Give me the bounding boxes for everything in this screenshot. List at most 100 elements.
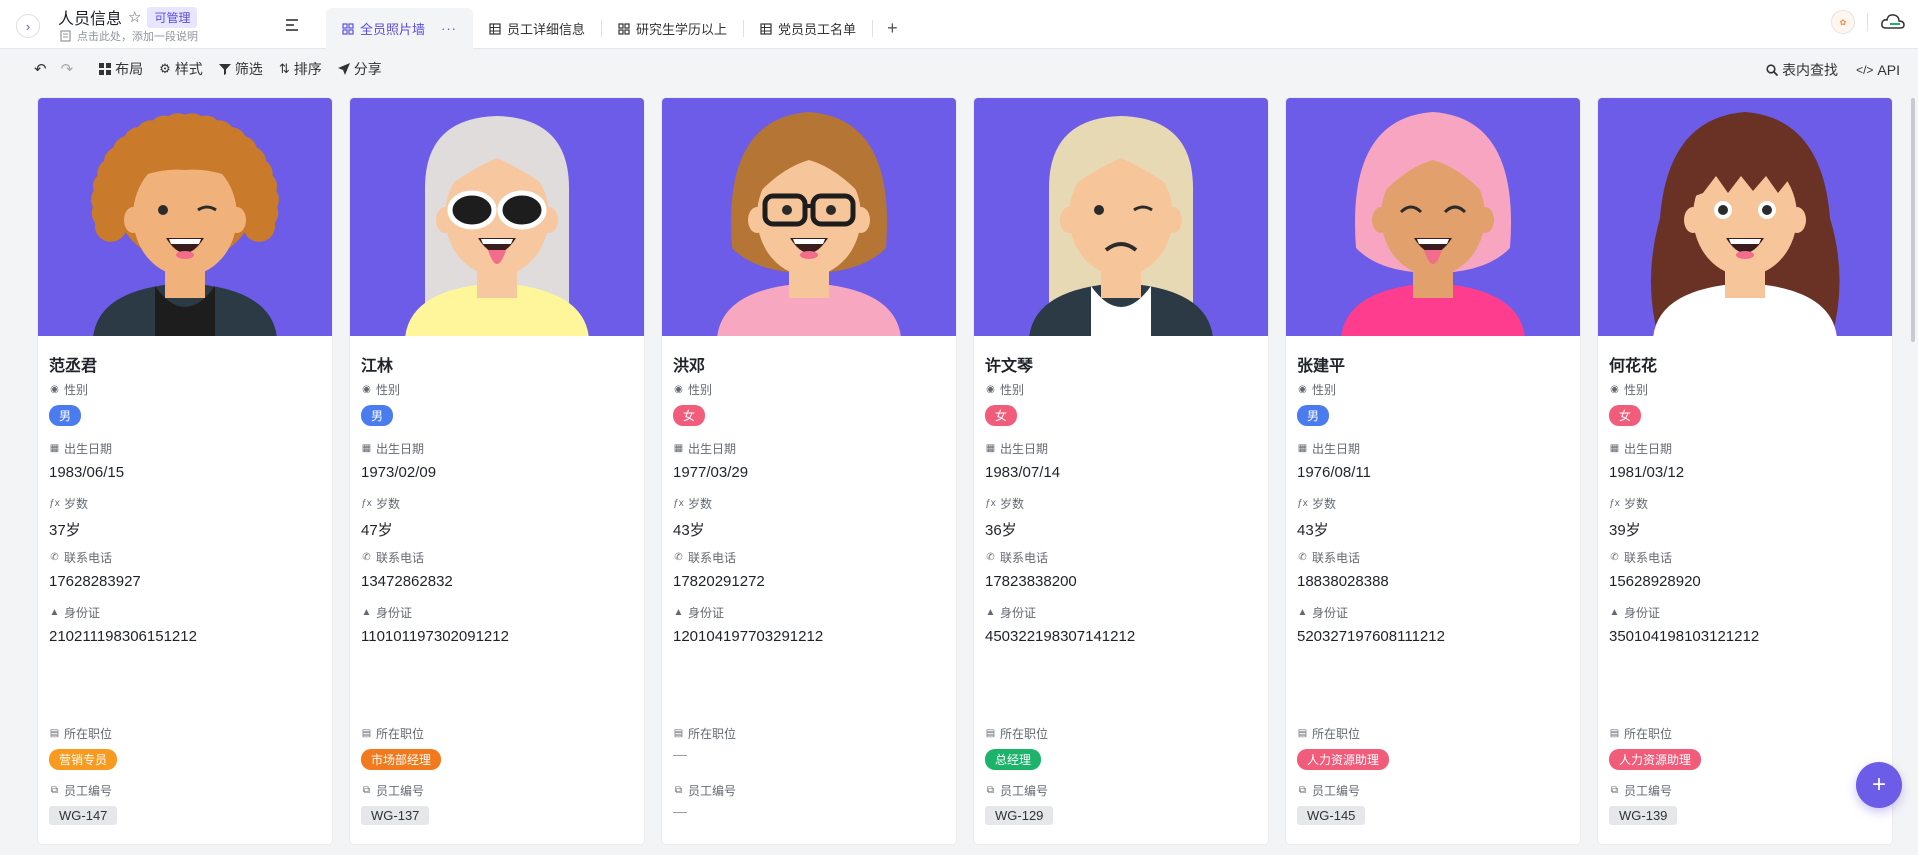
field-value-wrap: 营销专员 xyxy=(49,742,118,770)
field-value-wrap: 43岁 xyxy=(1297,519,1336,540)
redo-icon[interactable]: ↷ xyxy=(61,60,74,78)
field-label-text: 性别 xyxy=(688,383,713,397)
field-age: ƒx 岁数 47岁 xyxy=(361,495,400,540)
id-icon: ▲ xyxy=(361,607,372,618)
birth-icon: ▦ xyxy=(1297,443,1308,454)
find-label: 表内查找 xyxy=(1782,62,1839,78)
filter-button[interactable]: 筛选 xyxy=(218,59,263,79)
field-label-text: 岁数 xyxy=(688,497,713,511)
person-card[interactable]: 江林 ◉ 性别男 ▦ 出生日期 1973/02/09 ƒx 岁数 47岁 ✆ 联系电话 1347286… xyxy=(350,98,644,844)
person-card[interactable]: 洪邓 ◉ 性别女 ▦ 出生日期 1977/03/29 ƒx 岁数 43岁 ✆ 联系电话 1782029… xyxy=(662,98,956,844)
field-label: ▲ 身份证 xyxy=(1609,604,1759,621)
phone-icon: ✆ xyxy=(1298,552,1307,563)
tab-photo-wall[interactable]: 全员照片墙 ··· xyxy=(326,8,474,49)
sort-button[interactable]: ⇅ 排序 xyxy=(279,59,322,79)
position-icon: ▤ xyxy=(985,728,996,739)
field-label-text: 身份证 xyxy=(64,606,101,620)
field-label-text: 所在职位 xyxy=(376,727,425,741)
birth-icon: ▦ xyxy=(985,443,996,454)
field-label: ▤ 所在职位 xyxy=(1609,725,1701,742)
person-card[interactable]: 许文琴 ◉ 性别女 ▦ 出生日期 1983/07/14 ƒx 岁数 36岁 ✆ 联系电话 178238… xyxy=(974,98,1268,844)
field-value-wrap: 总经理 xyxy=(985,742,1048,770)
empty-value: — xyxy=(673,803,687,819)
field-birth: ▦ 出生日期 1983/07/14 xyxy=(985,440,1060,481)
age-value: 43岁 xyxy=(673,522,705,539)
find-button[interactable]: 表内查找 xyxy=(1766,60,1838,80)
field-age: ƒx 岁数 37岁 xyxy=(49,495,88,540)
field-value-wrap: 1983/07/14 xyxy=(985,464,1060,481)
emp-no-icon: ⧉ xyxy=(50,785,59,796)
tab-graduate[interactable]: 研究生学历以上 xyxy=(602,8,743,49)
send-icon xyxy=(337,63,350,75)
field-label: ƒx 岁数 xyxy=(1609,495,1648,512)
age-icon: ƒx xyxy=(985,498,996,509)
field-label-text: 岁数 xyxy=(1000,497,1025,511)
code-icon: </> xyxy=(1856,63,1874,77)
tab-label: 员工详细信息 xyxy=(507,22,586,37)
field-value-wrap: 520327197608111212 xyxy=(1297,628,1445,645)
avatar-photo[interactable] xyxy=(38,98,332,336)
table-description[interactable]: 点击此处，添加一段说明 xyxy=(60,28,198,44)
scrollbar[interactable] xyxy=(1911,98,1915,342)
tab-label: 研究生学历以上 xyxy=(636,22,728,37)
style-button[interactable]: ⚙ 样式 xyxy=(159,59,203,79)
cloud-icon[interactable] xyxy=(1880,12,1906,32)
avatar-photo[interactable] xyxy=(1598,98,1892,336)
field-label: ▦ 出生日期 xyxy=(49,440,124,457)
age-value: 39岁 xyxy=(1609,522,1641,539)
field-value-wrap: WG-139 xyxy=(1609,799,1678,825)
user-avatar[interactable]: ✿ xyxy=(1831,10,1855,34)
layout-button[interactable]: 布局 xyxy=(99,59,143,79)
field-label: ▲ 身份证 xyxy=(361,604,509,621)
star-icon[interactable]: ☆ xyxy=(128,8,141,26)
employee-number: WG-145 xyxy=(1297,806,1366,825)
field-value-wrap: 210211198306151212 xyxy=(49,628,197,645)
field-label: ▦ 出生日期 xyxy=(361,440,436,457)
api-button[interactable]: </> API xyxy=(1856,60,1900,80)
field-value-wrap: WG-129 xyxy=(985,799,1054,825)
phone-value: 18838028388 xyxy=(1297,573,1389,590)
employee-number: WG-137 xyxy=(361,806,430,825)
field-id: ▲ 身份证 520327197608111212 xyxy=(1297,604,1445,645)
add-record-button[interactable]: + xyxy=(1856,762,1902,808)
field-label-text: 出生日期 xyxy=(1312,442,1361,456)
phone-value: 17820291272 xyxy=(673,573,765,590)
avatar-photo[interactable] xyxy=(1286,98,1580,336)
field-label-text: 岁数 xyxy=(1624,497,1649,511)
menu-lines-icon[interactable] xyxy=(284,18,302,32)
field-label: ▦ 出生日期 xyxy=(673,440,748,457)
avatar-photo[interactable] xyxy=(350,98,644,336)
phone-value: 17628283927 xyxy=(49,573,141,590)
tab-employee-details[interactable]: 员工详细信息 xyxy=(473,8,601,49)
field-value-wrap: 120104197703291212 xyxy=(673,628,823,645)
field-value-wrap: 350104198103121212 xyxy=(1609,628,1759,645)
emp-no-icon: ⧉ xyxy=(1298,785,1307,796)
field-id: ▲ 身份证 110101197302091212 xyxy=(361,604,509,645)
expand-sidebar-button[interactable]: › xyxy=(16,14,40,38)
add-view-button[interactable]: + xyxy=(873,8,912,49)
field-value-wrap: 13472862832 xyxy=(361,573,453,590)
share-button[interactable]: 分享 xyxy=(337,59,382,79)
avatar-illustration xyxy=(405,116,589,336)
avatar-photo[interactable] xyxy=(974,98,1268,336)
field-gender: ◉ 性别女 xyxy=(1609,381,1648,426)
field-position: ▤ 所在职位 营销专员 xyxy=(49,725,118,770)
more-options-icon[interactable]: ··· xyxy=(441,21,457,36)
api-label: API xyxy=(1877,62,1900,78)
field-label: ◉ 性别 xyxy=(673,381,712,398)
note-icon xyxy=(60,30,71,42)
field-age: ƒx 岁数 36岁 xyxy=(985,495,1024,540)
field-value-wrap: WG-147 xyxy=(49,799,118,825)
field-value-wrap: 37岁 xyxy=(49,519,88,540)
tab-party-members[interactable]: 党员员工名单 xyxy=(744,8,872,49)
emp-no-icon: ⧉ xyxy=(362,785,371,796)
employee-number: WG-139 xyxy=(1609,806,1678,825)
person-card[interactable]: 张建平 ◉ 性别男 ▦ 出生日期 1976/08/11 ƒx 岁数 43岁 ✆ 联系电话 188380… xyxy=(1286,98,1580,844)
undo-icon[interactable]: ↶ xyxy=(34,60,47,78)
table-title[interactable]: 人员信息 xyxy=(58,5,122,29)
person-card[interactable]: 何花花 ◉ 性别女 ▦ 出生日期 1981/03/12 ƒx 岁数 39岁 ✆ 联系电话 156289… xyxy=(1598,98,1892,844)
share-label: 分享 xyxy=(353,61,382,77)
person-card[interactable]: 范丞君 ◉ 性别男 ▦ 出生日期 1983/06/15 ƒx 岁数 37岁 ✆ 联系电话 176282… xyxy=(38,98,332,844)
avatar-photo[interactable] xyxy=(662,98,956,336)
avatar-illustration xyxy=(1650,112,1840,336)
